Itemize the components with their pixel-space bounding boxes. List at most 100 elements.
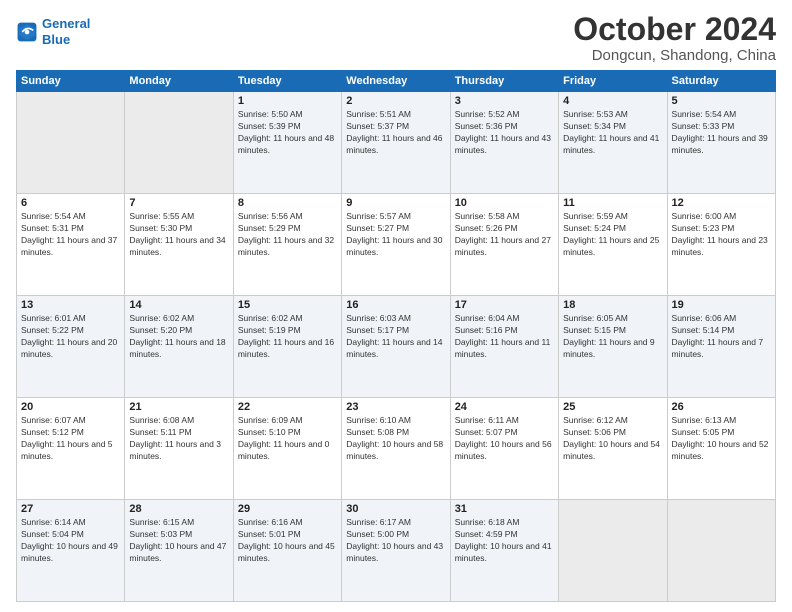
- sunrise-text: Sunrise: 5:51 AM: [346, 109, 445, 121]
- daylight-text: Daylight: 11 hours and 34 minutes.: [129, 235, 228, 259]
- daylight-text: Daylight: 10 hours and 43 minutes.: [346, 541, 445, 565]
- calendar-cell: 12 Sunrise: 6:00 AMSunset: 5:23 PMDayligh…: [667, 194, 775, 296]
- day-number: 16: [346, 299, 445, 311]
- sunrise-text: Sunrise: 5:54 AM: [672, 109, 771, 121]
- sunset-text: Sunset: 5:03 PM: [129, 529, 228, 541]
- day-number: 15: [238, 299, 337, 311]
- day-info: Sunrise: 6:16 AMSunset: 5:01 PMDaylight:…: [238, 517, 337, 565]
- daylight-text: Daylight: 10 hours and 56 minutes.: [455, 439, 554, 463]
- calendar-cell: [125, 92, 233, 194]
- sunset-text: Sunset: 5:17 PM: [346, 325, 445, 337]
- day-info: Sunrise: 5:52 AMSunset: 5:36 PMDaylight:…: [455, 109, 554, 157]
- logo-icon: [16, 21, 38, 43]
- day-number: 4: [563, 95, 662, 107]
- sunrise-text: Sunrise: 6:02 AM: [238, 313, 337, 325]
- day-info: Sunrise: 6:07 AMSunset: 5:12 PMDaylight:…: [21, 415, 120, 463]
- sunrise-text: Sunrise: 6:06 AM: [672, 313, 771, 325]
- sunset-text: Sunset: 5:23 PM: [672, 223, 771, 235]
- calendar-cell: 27 Sunrise: 6:14 AMSunset: 5:04 PMDayligh…: [17, 500, 125, 602]
- day-number: 2: [346, 95, 445, 107]
- daylight-text: Daylight: 11 hours and 9 minutes.: [563, 337, 662, 361]
- calendar-cell: 11Sunrise: 5:59 AMSunset: 5:24 PMDayligh…: [559, 194, 667, 296]
- weekday-header-sunday: Sunday: [17, 71, 125, 92]
- day-info: Sunrise: 6:00 AMSunset: 5:23 PMDaylight:…: [672, 211, 771, 259]
- sunrise-text: Sunrise: 6:07 AM: [21, 415, 120, 427]
- calendar-cell: 9 Sunrise: 5:57 AMSunset: 5:27 PMDaylight…: [342, 194, 450, 296]
- day-info: Sunrise: 6:12 AMSunset: 5:06 PMDaylight:…: [563, 415, 662, 463]
- day-number: 18: [563, 299, 662, 311]
- calendar-cell: 5Sunrise: 5:54 AMSunset: 5:33 PMDaylight…: [667, 92, 775, 194]
- calendar-cell: 10Sunrise: 5:58 AMSunset: 5:26 PMDayligh…: [450, 194, 558, 296]
- day-number: 9: [346, 197, 445, 209]
- sunset-text: Sunset: 5:29 PM: [238, 223, 337, 235]
- sunset-text: Sunset: 5:39 PM: [238, 121, 337, 133]
- calendar-cell: 29Sunrise: 6:16 AMSunset: 5:01 PMDayligh…: [233, 500, 341, 602]
- day-info: Sunrise: 5:56 AMSunset: 5:29 PMDaylight:…: [238, 211, 337, 259]
- calendar-cell: 1Sunrise: 5:50 AMSunset: 5:39 PMDaylight…: [233, 92, 341, 194]
- daylight-text: Daylight: 10 hours and 45 minutes.: [238, 541, 337, 565]
- sunrise-text: Sunrise: 5:54 AM: [21, 211, 120, 223]
- sunset-text: Sunset: 5:34 PM: [563, 121, 662, 133]
- day-info: Sunrise: 6:14 AMSunset: 5:04 PMDaylight:…: [21, 517, 120, 565]
- sunrise-text: Sunrise: 5:59 AM: [563, 211, 662, 223]
- day-info: Sunrise: 5:57 AMSunset: 5:27 PMDaylight:…: [346, 211, 445, 259]
- daylight-text: Daylight: 11 hours and 20 minutes.: [21, 337, 120, 361]
- day-number: 17: [455, 299, 554, 311]
- sunset-text: Sunset: 5:22 PM: [21, 325, 120, 337]
- calendar-cell: 14Sunrise: 6:02 AMSunset: 5:20 PMDayligh…: [125, 296, 233, 398]
- sunset-text: Sunset: 5:24 PM: [563, 223, 662, 235]
- sunset-text: Sunset: 5:07 PM: [455, 427, 554, 439]
- sunrise-text: Sunrise: 5:56 AM: [238, 211, 337, 223]
- sunset-text: Sunset: 5:31 PM: [21, 223, 120, 235]
- sunset-text: Sunset: 5:00 PM: [346, 529, 445, 541]
- daylight-text: Daylight: 11 hours and 11 minutes.: [455, 337, 554, 361]
- sunset-text: Sunset: 5:10 PM: [238, 427, 337, 439]
- daylight-text: Daylight: 11 hours and 18 minutes.: [129, 337, 228, 361]
- daylight-text: Daylight: 10 hours and 58 minutes.: [346, 439, 445, 463]
- day-info: Sunrise: 6:06 AMSunset: 5:14 PMDaylight:…: [672, 313, 771, 361]
- sunset-text: Sunset: 5:08 PM: [346, 427, 445, 439]
- sunset-text: Sunset: 5:16 PM: [455, 325, 554, 337]
- day-number: 8: [238, 197, 337, 209]
- day-info: Sunrise: 6:01 AMSunset: 5:22 PMDaylight:…: [21, 313, 120, 361]
- calendar-cell: 6 Sunrise: 5:54 AMSunset: 5:31 PMDaylight…: [17, 194, 125, 296]
- calendar-cell: 25Sunrise: 6:12 AMSunset: 5:06 PMDayligh…: [559, 398, 667, 500]
- day-number: 19: [672, 299, 771, 311]
- calendar-cell: 23Sunrise: 6:10 AMSunset: 5:08 PMDayligh…: [342, 398, 450, 500]
- daylight-text: Daylight: 10 hours and 47 minutes.: [129, 541, 228, 565]
- calendar-cell: 31Sunrise: 6:18 AMSunset: 4:59 PMDayligh…: [450, 500, 558, 602]
- day-number: 27: [21, 503, 120, 515]
- calendar-week-row: 20Sunrise: 6:07 AMSunset: 5:12 PMDayligh…: [17, 398, 776, 500]
- calendar-week-row: 27 Sunrise: 6:14 AMSunset: 5:04 PMDayligh…: [17, 500, 776, 602]
- calendar-cell: 17Sunrise: 6:04 AMSunset: 5:16 PMDayligh…: [450, 296, 558, 398]
- day-number: 12: [672, 197, 771, 209]
- day-number: 13: [21, 299, 120, 311]
- day-info: Sunrise: 6:11 AMSunset: 5:07 PMDaylight:…: [455, 415, 554, 463]
- sunset-text: Sunset: 5:33 PM: [672, 121, 771, 133]
- sunrise-text: Sunrise: 5:57 AM: [346, 211, 445, 223]
- calendar-cell: 28Sunrise: 6:15 AMSunset: 5:03 PMDayligh…: [125, 500, 233, 602]
- sunrise-text: Sunrise: 6:17 AM: [346, 517, 445, 529]
- sunrise-text: Sunrise: 6:18 AM: [455, 517, 554, 529]
- day-number: 22: [238, 401, 337, 413]
- sunrise-text: Sunrise: 6:13 AM: [672, 415, 771, 427]
- calendar-cell: 30Sunrise: 6:17 AMSunset: 5:00 PMDayligh…: [342, 500, 450, 602]
- sunrise-text: Sunrise: 6:08 AM: [129, 415, 228, 427]
- day-number: 6: [21, 197, 120, 209]
- daylight-text: Daylight: 11 hours and 7 minutes.: [672, 337, 771, 361]
- sunset-text: Sunset: 5:37 PM: [346, 121, 445, 133]
- day-info: Sunrise: 5:54 AMSunset: 5:31 PMDaylight:…: [21, 211, 120, 259]
- sunrise-text: Sunrise: 6:00 AM: [672, 211, 771, 223]
- calendar-cell: 18Sunrise: 6:05 AMSunset: 5:15 PMDayligh…: [559, 296, 667, 398]
- daylight-text: Daylight: 11 hours and 27 minutes.: [455, 235, 554, 259]
- sunset-text: Sunset: 4:59 PM: [455, 529, 554, 541]
- calendar-cell: 24Sunrise: 6:11 AMSunset: 5:07 PMDayligh…: [450, 398, 558, 500]
- calendar-cell: 3Sunrise: 5:52 AMSunset: 5:36 PMDaylight…: [450, 92, 558, 194]
- daylight-text: Daylight: 11 hours and 5 minutes.: [21, 439, 120, 463]
- day-info: Sunrise: 6:13 AMSunset: 5:05 PMDaylight:…: [672, 415, 771, 463]
- day-info: Sunrise: 6:17 AMSunset: 5:00 PMDaylight:…: [346, 517, 445, 565]
- calendar-cell: [559, 500, 667, 602]
- daylight-text: Daylight: 11 hours and 32 minutes.: [238, 235, 337, 259]
- calendar-cell: [17, 92, 125, 194]
- sunset-text: Sunset: 5:20 PM: [129, 325, 228, 337]
